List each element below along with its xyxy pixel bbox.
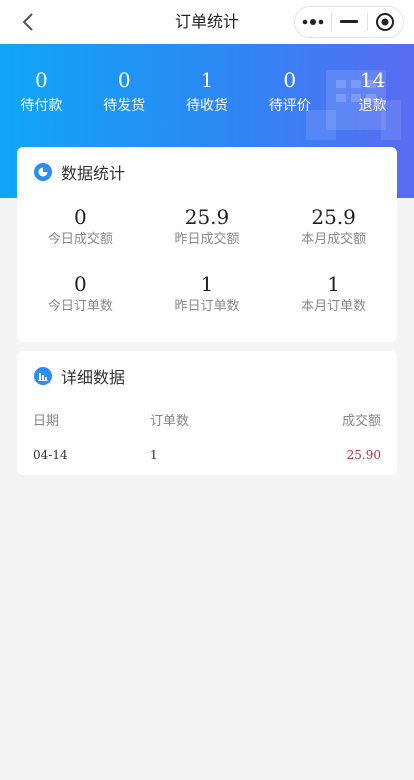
- stat-label: 本月订单数: [301, 299, 367, 314]
- close-button[interactable]: [367, 7, 403, 37]
- cell-date: 04-14: [33, 448, 68, 462]
- stat-label: 昨日订单数: [174, 299, 240, 314]
- table-row: 04-14 1 25.90: [17, 437, 397, 473]
- status-count: 0: [35, 68, 48, 92]
- navigation-bar: 订单统计: [0, 0, 414, 44]
- cell-orders: 1: [150, 448, 158, 462]
- column-amount: 成交额: [341, 413, 381, 429]
- card-header: 详细数据: [17, 351, 397, 401]
- stat-value: 1: [327, 272, 340, 296]
- more-button[interactable]: [295, 7, 331, 37]
- column-orders: 订单数: [150, 413, 190, 429]
- more-dots-icon: [302, 19, 324, 25]
- card-title: 数据统计: [61, 164, 126, 183]
- stat-month-turnover: 25.9 本月成交额: [270, 197, 397, 264]
- statistics-grid: 0 今日成交额 25.9 昨日成交额 25.9 本月成交额 0 今日订单数 1 …: [17, 197, 397, 331]
- status-count: 0: [283, 68, 297, 92]
- stat-today-orders: 0 今日订单数: [17, 264, 144, 331]
- status-count: 0: [117, 68, 131, 92]
- pie-chart-icon: [34, 163, 52, 181]
- bar-chart-icon: [34, 367, 52, 385]
- status-pending-review[interactable]: 0 待评价: [248, 66, 331, 116]
- stat-value: 1: [200, 272, 214, 296]
- stat-label: 本月成交额: [301, 232, 367, 247]
- status-count: 1: [200, 68, 214, 92]
- status-count: 14: [359, 68, 386, 92]
- card-title: 详细数据: [61, 368, 126, 387]
- table-header: 日期 订单数 成交额: [17, 401, 397, 437]
- stat-label: 昨日成交额: [174, 232, 240, 247]
- status-label: 待评价: [268, 98, 311, 114]
- mini-program-capsule: [294, 6, 404, 38]
- stat-label: 今日订单数: [47, 299, 113, 314]
- stat-yesterday-turnover: 25.9 昨日成交额: [144, 197, 271, 264]
- stat-value: 25.9: [184, 205, 230, 229]
- status-label: 待收货: [185, 98, 228, 114]
- cell-amount: 25.90: [346, 448, 381, 462]
- status-pending-shipment[interactable]: 0 待发货: [83, 66, 166, 116]
- stat-today-turnover: 0 今日成交额: [17, 197, 144, 264]
- stat-value: 0: [73, 272, 87, 296]
- data-statistics-card: 数据统计 0 今日成交额 25.9 昨日成交额 25.9 本月成交额 0 今日订…: [17, 147, 397, 342]
- status-label: 待发货: [103, 98, 146, 114]
- card-header: 数据统计: [17, 147, 397, 197]
- stat-yesterday-orders: 1 昨日订单数: [144, 264, 271, 331]
- order-status-row: 0 待付款 0 待发货 1 待收货 0 待评价 14 退款: [0, 66, 414, 116]
- target-circle-icon: [376, 13, 395, 31]
- stat-label: 今日成交额: [47, 232, 113, 247]
- stat-month-orders: 1 本月订单数: [270, 264, 397, 331]
- status-pending-payment[interactable]: 0 待付款: [0, 66, 83, 116]
- minus-icon: [339, 20, 358, 23]
- minimize-button[interactable]: [331, 7, 367, 37]
- status-label: 退款: [358, 98, 387, 114]
- column-date: 日期: [33, 413, 60, 429]
- status-pending-receipt[interactable]: 1 待收货: [166, 66, 249, 116]
- status-label: 待付款: [20, 98, 63, 114]
- status-refund[interactable]: 14 退款: [331, 66, 414, 116]
- detail-data-card: 详细数据 日期 订单数 成交额 04-14 1 25.90: [17, 351, 397, 475]
- stat-value: 0: [73, 205, 87, 229]
- stat-value: 25.9: [311, 205, 356, 229]
